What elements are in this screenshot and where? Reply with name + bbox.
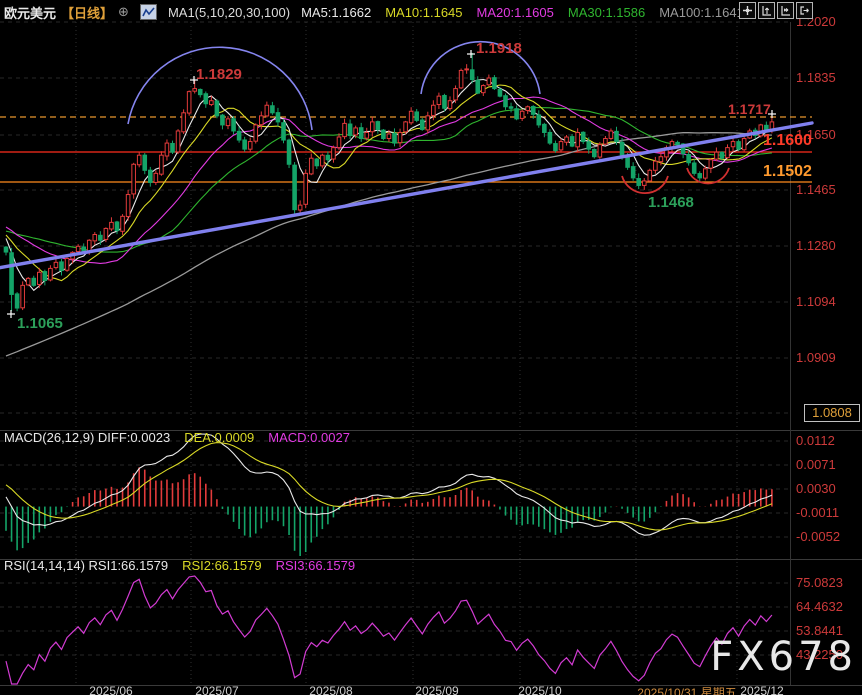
ma-value-label: MA10:1.1645 [385, 4, 463, 20]
indicator-header-segment: MACD(26,12,9) DIFF:0.0023 [4, 430, 171, 445]
axis-label: 1.1465 [796, 182, 836, 197]
axis-label: 1.1835 [796, 70, 836, 85]
date-label: 2025/07 [195, 684, 239, 695]
ma-value-label: MA5:1.1662 [301, 4, 372, 20]
axis-label: 75.0823 [796, 575, 843, 590]
ma-settings-label[interactable]: MA1(5,10,20,30,100) [168, 5, 290, 20]
price-annotation: 1.1918 [476, 40, 522, 57]
axis-label: -0.0011 [796, 505, 840, 520]
ma5-line [5, 78, 773, 292]
axis-label: 0.0071 [796, 457, 836, 472]
scale-x-axis-icon[interactable] [777, 2, 794, 19]
rsi-header: RSI(14,14,14) RSI1:66.1579 RSI2:66.1579 RS… [4, 558, 355, 573]
macd-diff-line [5, 433, 773, 536]
price-annotation: 1.1717 [728, 101, 771, 117]
circle-plus-icon[interactable]: ⊕ [118, 4, 129, 20]
fx678-watermark: FX678 [710, 634, 857, 680]
macd-header: MACD(26,12,9) DIFF:0.0023 DEA:0.0009 MACD:… [4, 430, 350, 445]
indicator-header-segment: RSI3:66.1579 [275, 558, 356, 573]
axis-label: 0.0112 [796, 433, 835, 448]
axis-label: 1.0909 [796, 350, 836, 365]
price-annotation: 1.1468 [648, 194, 694, 211]
price-annotation: 1.1502 [763, 163, 812, 180]
ma-value-label: MA100:1.1641 [659, 4, 744, 20]
date-label: 2025/10/31 星期五 [637, 686, 737, 695]
ma-value-label: MA20:1.1605 [476, 4, 554, 20]
axis-label: -0.0052 [796, 529, 841, 544]
macd-panel [5, 433, 773, 556]
scale-y-axis-icon[interactable] [758, 2, 775, 19]
axis-label: 64.4632 [796, 599, 843, 614]
period-label[interactable]: 【日线】 [61, 3, 113, 22]
date-label: 2025/08 [309, 684, 353, 695]
date-label: 2025/06 [89, 684, 133, 695]
symbol-name: 欧元美元 [4, 5, 57, 21]
chart-type-icon[interactable] [139, 4, 157, 20]
macd-dea-line [5, 442, 773, 531]
rsi-panel [5, 575, 773, 685]
mini-chart-glyph [142, 7, 155, 17]
chart-title-bar: 欧元美元 【日线】 ⊕ MA1(5,10,20,30,100) MA5:1.16… [4, 3, 744, 21]
price-annotation: 1.1829 [196, 66, 242, 83]
date-label: 2025/09 [415, 684, 459, 695]
price-annotation: 1.1065 [17, 315, 63, 332]
indicator-header-segment: MACD:0.0027 [268, 430, 350, 445]
date-label: 2025/12 [740, 684, 784, 695]
indicator-header-segment: RSI(14,14,14) RSI1:66.1579 [4, 558, 169, 573]
axis-label: 1.1094 [796, 294, 836, 309]
ma-value-label: MA30:1.1586 [567, 4, 646, 20]
ma-values-group: MA5:1.1662 MA10:1.1645 MA20:1.1605 MA30:1.1… [301, 5, 744, 20]
price-annotation: 1.1600 [763, 132, 812, 149]
move-icon[interactable] [739, 2, 756, 19]
ma20-line [5, 96, 773, 264]
axis-label: 1.1280 [796, 238, 836, 253]
indicator-header-segment: DEA:0.0009 [184, 430, 255, 445]
crosshair-marker [467, 50, 475, 58]
forex-chart-app: 欧元美元 【日线】 ⊕ MA1(5,10,20,30,100) MA5:1.16… [0, 0, 862, 695]
rsi-line [5, 575, 773, 685]
crosshair-marker [7, 310, 15, 318]
date-label: 2025/10 [518, 684, 562, 695]
axis-boxed-label[interactable]: 1.0808 [804, 404, 860, 422]
exit-chart-icon[interactable] [796, 2, 813, 19]
indicator-header-segment: RSI2:66.1579 [182, 558, 262, 573]
axis-label: 0.0030 [796, 481, 836, 496]
chart-toolbar [739, 2, 813, 19]
